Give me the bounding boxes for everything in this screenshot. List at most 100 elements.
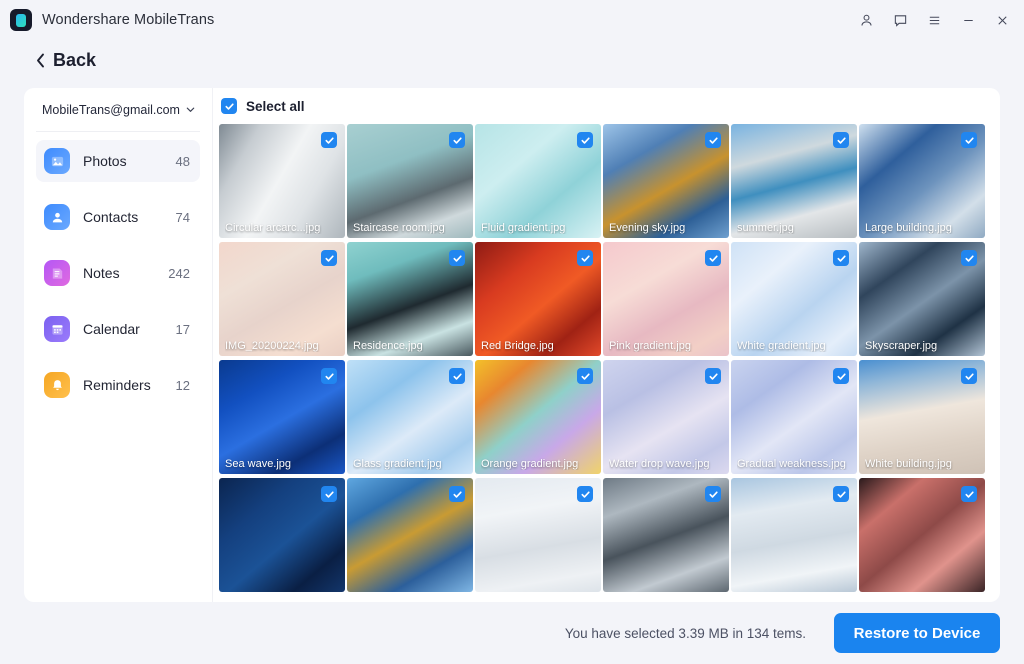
sidebar-item-count: 17 [175,321,190,337]
photo-checkbox[interactable] [321,132,337,148]
photo-thumbnail[interactable]: Water drop wave.jpg [603,360,729,474]
photo-cell[interactable]: Residence.jpg [347,242,475,356]
photo-filename: Large building.jpg [865,222,952,234]
photo-checkbox[interactable] [449,250,465,266]
photo-cell[interactable]: Circular arcarc...jpg [219,124,347,238]
photo-cell[interactable]: Orange gradient.jpg [475,360,603,474]
photo-cell[interactable]: Pink gradient.jpg [603,242,731,356]
feedback-icon[interactable] [884,5,916,35]
photo-checkbox[interactable] [833,486,849,502]
photo-thumbnail[interactable]: Gradual weakness.jpg [731,360,857,474]
photo-checkbox[interactable] [577,368,593,384]
account-icon[interactable] [850,5,882,35]
photo-checkbox[interactable] [577,486,593,502]
photo-checkbox[interactable] [961,250,977,266]
photo-checkbox[interactable] [705,486,721,502]
sidebar-item-calendar[interactable]: Calendar 17 [36,308,200,350]
photo-thumbnail[interactable]: Skyscraper.jpg [859,242,985,356]
sidebar-item-count: 242 [168,265,190,281]
back-row: Back [0,40,1024,80]
photo-cell[interactable]: IMG_20200224.jpg [219,242,347,356]
photo-cell[interactable] [347,478,475,592]
select-all-row[interactable]: Select all [213,88,1000,124]
sidebar-item-count: 74 [175,209,190,225]
account-selector[interactable]: MobileTrans@gmail.com [36,88,200,132]
photo-checkbox[interactable] [705,250,721,266]
photo-checkbox[interactable] [833,368,849,384]
photo-cell[interactable] [603,478,731,592]
photo-thumbnail[interactable]: Red Bridge.jpg [475,242,601,356]
photo-cell[interactable]: Sea wave.jpg [219,360,347,474]
photo-checkbox[interactable] [961,132,977,148]
photo-thumbnail[interactable] [475,478,601,592]
photo-cell[interactable]: Gradual weakness.jpg [731,360,859,474]
photo-checkbox[interactable] [449,132,465,148]
app-title: Wondershare MobileTrans [42,12,215,28]
back-button[interactable]: Back [34,50,96,71]
photo-thumbnail[interactable]: Staircase room.jpg [347,124,473,238]
photo-filename: Glass gradient.jpg [353,458,442,470]
photo-checkbox[interactable] [577,132,593,148]
minimize-icon[interactable] [952,5,984,35]
photo-checkbox[interactable] [449,486,465,502]
photo-cell[interactable]: Staircase room.jpg [347,124,475,238]
photo-thumbnail[interactable] [859,478,985,592]
photo-filename: Pink gradient.jpg [609,340,691,352]
photo-cell[interactable]: Skyscraper.jpg [859,242,987,356]
photo-thumbnail[interactable]: Glass gradient.jpg [347,360,473,474]
photo-checkbox[interactable] [321,486,337,502]
photo-checkbox[interactable] [961,486,977,502]
photo-cell[interactable]: Evening sky.jpg [603,124,731,238]
photo-cell[interactable]: Water drop wave.jpg [603,360,731,474]
photo-checkbox[interactable] [449,368,465,384]
photo-thumbnail[interactable]: Large building.jpg [859,124,985,238]
photo-cell[interactable]: Red Bridge.jpg [475,242,603,356]
photo-thumbnail[interactable] [347,478,473,592]
close-icon[interactable] [986,5,1018,35]
photo-checkbox[interactable] [705,132,721,148]
photo-thumbnail[interactable] [219,478,345,592]
photo-cell[interactable] [475,478,603,592]
photo-thumbnail[interactable]: Orange gradient.jpg [475,360,601,474]
photo-filename: Sea wave.jpg [225,458,292,470]
photo-thumbnail[interactable]: White gradient.jpg [731,242,857,356]
photo-thumbnail[interactable] [603,478,729,592]
photo-thumbnail[interactable]: IMG_20200224.jpg [219,242,345,356]
photo-checkbox[interactable] [577,250,593,266]
photo-cell[interactable]: Large building.jpg [859,124,987,238]
photo-thumbnail[interactable]: Fluid gradient.jpg [475,124,601,238]
photo-thumbnail[interactable]: Circular arcarc...jpg [219,124,345,238]
photo-thumbnail[interactable]: summer.jpg [731,124,857,238]
sidebar-item-notes[interactable]: Notes 242 [36,252,200,294]
sidebar-item-label: Notes [83,265,120,281]
photo-thumbnail[interactable]: Pink gradient.jpg [603,242,729,356]
photo-thumbnail[interactable]: Evening sky.jpg [603,124,729,238]
photo-thumbnail[interactable]: Sea wave.jpg [219,360,345,474]
photo-cell[interactable] [219,478,347,592]
photo-thumbnail[interactable]: White building.jpg [859,360,985,474]
restore-to-device-button[interactable]: Restore to Device [834,613,1000,653]
menu-icon[interactable] [918,5,950,35]
select-all-checkbox[interactable] [221,98,237,114]
photo-checkbox[interactable] [321,368,337,384]
sidebar-item-label: Calendar [83,321,140,337]
photo-checkbox[interactable] [705,368,721,384]
sidebar-item-photos[interactable]: Photos 48 [36,140,200,182]
photo-cell[interactable] [731,478,859,592]
photo-thumbnail[interactable] [731,478,857,592]
notes-icon [44,260,70,286]
photo-cell[interactable] [859,478,987,592]
photo-checkbox[interactable] [961,368,977,384]
photo-thumbnail[interactable]: Residence.jpg [347,242,473,356]
photo-cell[interactable]: Fluid gradient.jpg [475,124,603,238]
photo-cell[interactable]: summer.jpg [731,124,859,238]
photo-cell[interactable]: White building.jpg [859,360,987,474]
photo-cell[interactable]: White gradient.jpg [731,242,859,356]
photo-checkbox[interactable] [833,132,849,148]
photo-filename: White gradient.jpg [737,340,826,352]
photo-checkbox[interactable] [321,250,337,266]
sidebar-item-contacts[interactable]: Contacts 74 [36,196,200,238]
photo-checkbox[interactable] [833,250,849,266]
sidebar-item-reminders[interactable]: Reminders 12 [36,364,200,406]
photo-cell[interactable]: Glass gradient.jpg [347,360,475,474]
